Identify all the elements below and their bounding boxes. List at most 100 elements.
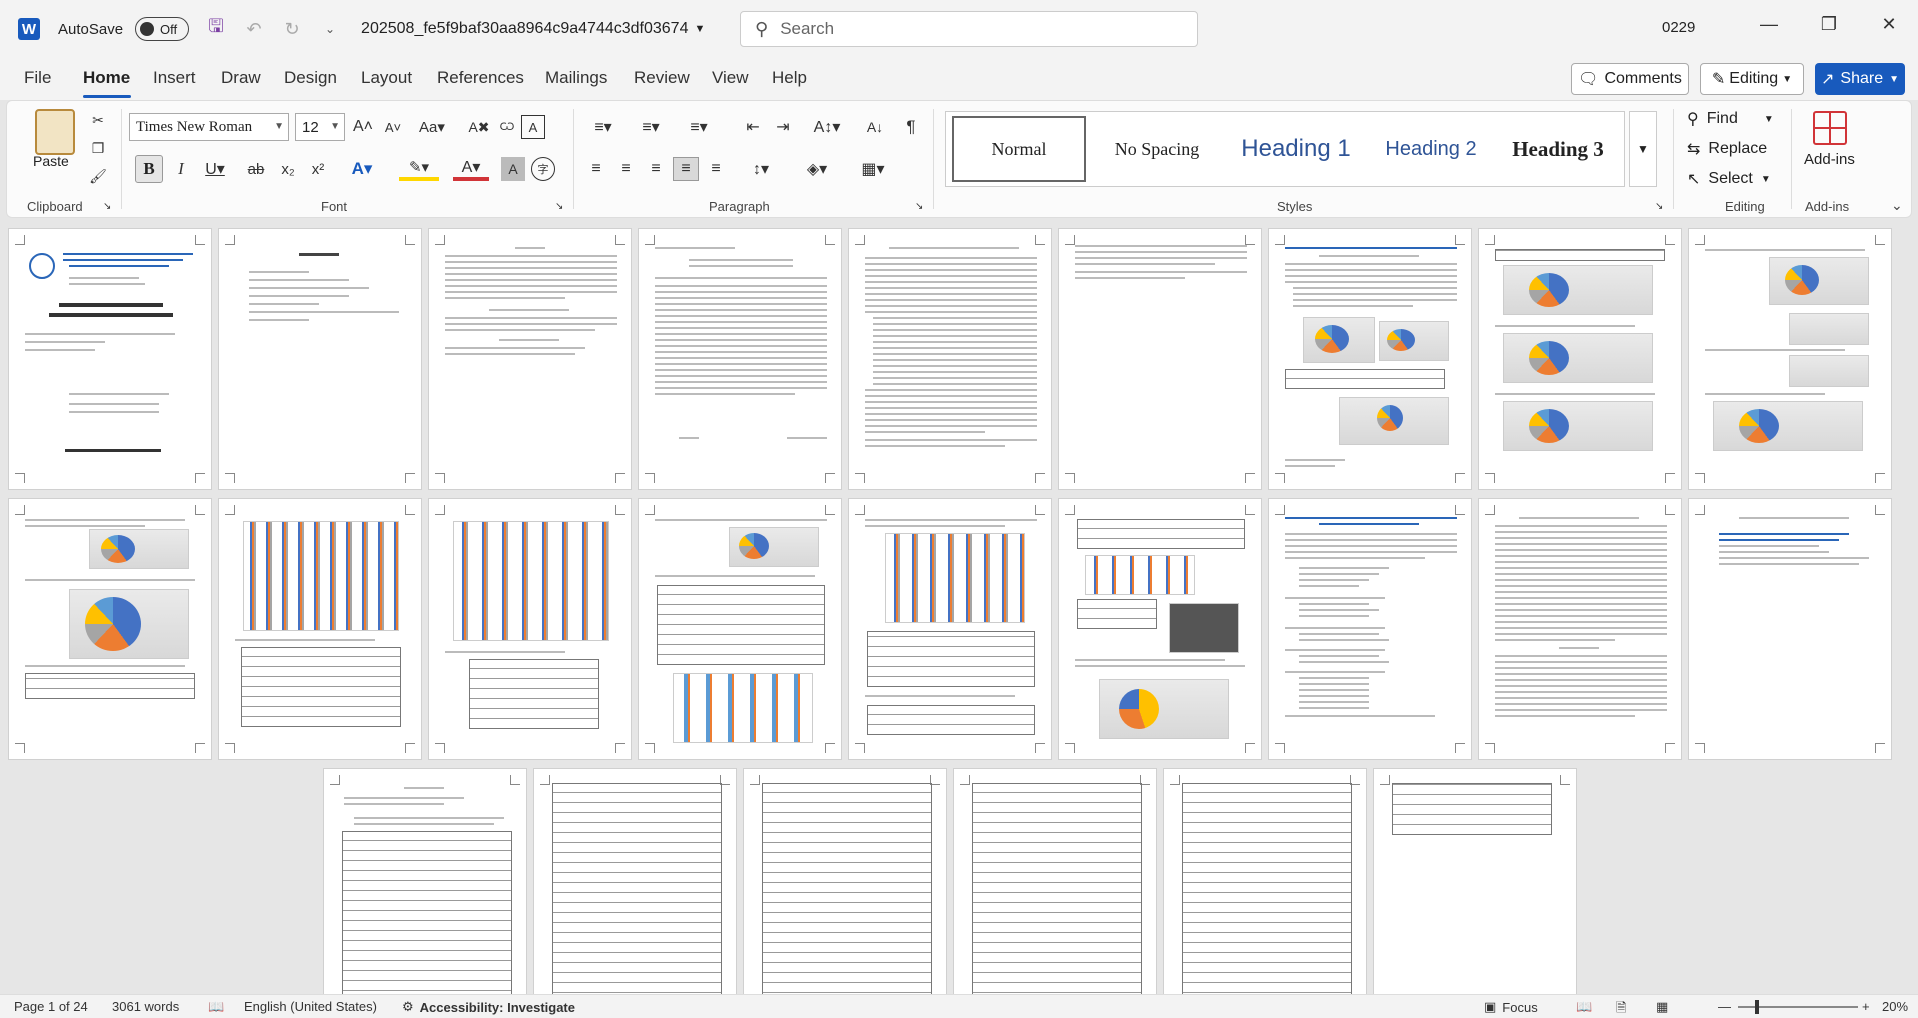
tab-review[interactable]: Review [634,68,690,88]
paste-label[interactable]: Paste [33,153,69,169]
undo-icon[interactable]: ↶ [243,18,265,40]
page-thumbnail[interactable] [1688,498,1892,760]
replace-button[interactable]: ⇆ Replace [1687,139,1767,159]
autosave-toggle[interactable]: Off [135,17,190,41]
collapse-ribbon-icon[interactable]: ⌄ [1891,197,1903,214]
style-normal[interactable]: Normal [952,116,1086,182]
page-thumbnail[interactable] [1373,768,1577,994]
document-title[interactable]: 202508_fe5f9baf30aa8964c9a4744c3df03674 ▼ [361,20,705,38]
styles-launcher-icon[interactable]: ↘ [1655,201,1663,212]
zoom-level[interactable]: 20% [1882,999,1908,1014]
find-button[interactable]: ⚲ Find ▼ [1687,109,1774,129]
style-no-spacing[interactable]: No Spacing [1092,116,1222,182]
character-border-icon[interactable]: A [521,115,545,139]
tab-view[interactable]: View [712,68,749,88]
page-thumbnail[interactable] [8,228,212,490]
page-thumbnail[interactable] [638,228,842,490]
select-button[interactable]: ↖ Select ▼ [1687,169,1771,189]
numbering-icon[interactable]: ≡▾ [631,115,671,139]
font-launcher-icon[interactable]: ↘ [555,201,563,212]
distributed-icon[interactable]: ≡ [703,157,729,181]
focus-button[interactable]: ▣ Focus [1484,999,1538,1015]
page-thumbnail[interactable] [218,498,422,760]
align-left-icon[interactable]: ≡ [583,157,609,181]
superscript-button[interactable]: x² [305,157,331,181]
zoom-out-icon[interactable]: — [1718,999,1731,1014]
copy-icon[interactable]: ❐ [87,137,109,159]
style-heading-3[interactable]: Heading 3 [1498,116,1618,182]
shrink-font-icon[interactable]: A˅ [381,115,405,139]
page-thumbnail[interactable] [1268,228,1472,490]
zoom-in-icon[interactable]: + [1862,999,1870,1014]
tab-design[interactable]: Design [284,68,337,88]
page-thumbnail[interactable] [848,498,1052,760]
page-thumbnail[interactable] [1688,228,1892,490]
page-thumbnail[interactable] [533,768,737,994]
editing-mode-button[interactable]: ✎ Editing ▼ [1700,63,1804,95]
change-case-icon[interactable]: Aa▾ [415,115,449,139]
clear-formatting-icon[interactable]: A✖ [467,115,491,139]
page-thumbnail[interactable] [218,228,422,490]
phonetic-guide-icon[interactable]: Ѡ [495,115,519,139]
align-right-icon[interactable]: ≡ [643,157,669,181]
redo-icon[interactable]: ↻ [281,18,303,40]
page-thumbnail[interactable] [428,228,632,490]
decrease-indent-icon[interactable]: ⇤ [741,115,765,139]
italic-button[interactable]: I [169,157,193,181]
shading-icon[interactable]: A [501,157,525,181]
paragraph-shading-icon[interactable]: ◈▾ [797,157,837,181]
word-count[interactable]: 3061 words [112,999,179,1014]
enclose-characters-icon[interactable]: 字 [531,157,555,181]
tab-file[interactable]: File [24,68,51,88]
increase-indent-icon[interactable]: ⇥ [771,115,795,139]
underline-button[interactable]: U▾ [199,157,231,181]
page-thumbnail[interactable] [1478,498,1682,760]
font-name-select[interactable]: Times New Roman ▼ [129,113,289,141]
bullets-icon[interactable]: ≡▾ [583,115,623,139]
bold-button[interactable]: B [135,155,163,183]
grow-font-icon[interactable]: A˄ [351,115,375,139]
tab-insert[interactable]: Insert [153,68,196,88]
strikethrough-button[interactable]: ab [243,157,269,181]
align-center-icon[interactable]: ≡ [613,157,639,181]
page-thumbnail[interactable] [1268,498,1472,760]
restore-icon[interactable]: ❐ [1814,14,1844,35]
font-color-icon[interactable]: A▾ [453,157,489,181]
close-icon[interactable]: ✕ [1874,14,1904,35]
user-account[interactable]: 0229 [1662,19,1695,36]
page-thumbnail[interactable] [1058,498,1262,760]
customize-toolbar-icon[interactable]: ⌄ [319,18,341,40]
multilevel-list-icon[interactable]: ≡▾ [679,115,719,139]
format-painter-icon[interactable]: 🖌 [87,165,109,187]
share-button[interactable]: ↗ Share ▼ [1815,63,1905,95]
tab-mailings[interactable]: Mailings [545,68,607,88]
highlight-color-icon[interactable]: ✎▾ [399,157,439,181]
page-thumbnail[interactable] [848,228,1052,490]
page-thumbnail[interactable] [1163,768,1367,994]
justify-icon[interactable]: ≡ [673,157,699,181]
document-canvas[interactable] [0,222,1918,994]
page-thumbnail[interactable] [8,498,212,760]
styles-more-icon[interactable]: ▼ [1629,111,1657,187]
style-heading-2[interactable]: Heading 2 [1370,116,1492,182]
page-thumbnail[interactable] [1478,228,1682,490]
subscript-button[interactable]: x₂ [275,157,301,181]
page-thumbnail[interactable] [323,768,527,994]
show-formatting-icon[interactable]: ¶ [899,115,923,139]
sort-icon[interactable]: A↓ [863,115,887,139]
paragraph-launcher-icon[interactable]: ↘ [915,201,923,212]
text-effects-icon[interactable]: A▾ [345,157,379,181]
tab-references[interactable]: References [437,68,524,88]
add-ins-label[interactable]: Add-ins [1804,151,1855,168]
tab-help[interactable]: Help [772,68,807,88]
print-layout-icon[interactable]: 🗎 [1616,999,1626,1018]
language[interactable]: English (United States) [244,999,377,1014]
page-thumbnail[interactable] [953,768,1157,994]
zoom-slider-thumb[interactable] [1755,1000,1759,1014]
paste-icon[interactable] [35,109,75,155]
chinese-layout-icon[interactable]: A↕▾ [807,115,847,139]
read-mode-icon[interactable]: 📖 [1576,999,1592,1015]
accessibility-status[interactable]: ⚙ Accessibility: Investigate [402,999,575,1015]
add-ins-icon[interactable] [1813,111,1847,145]
style-heading-1[interactable]: Heading 1 [1228,116,1364,182]
